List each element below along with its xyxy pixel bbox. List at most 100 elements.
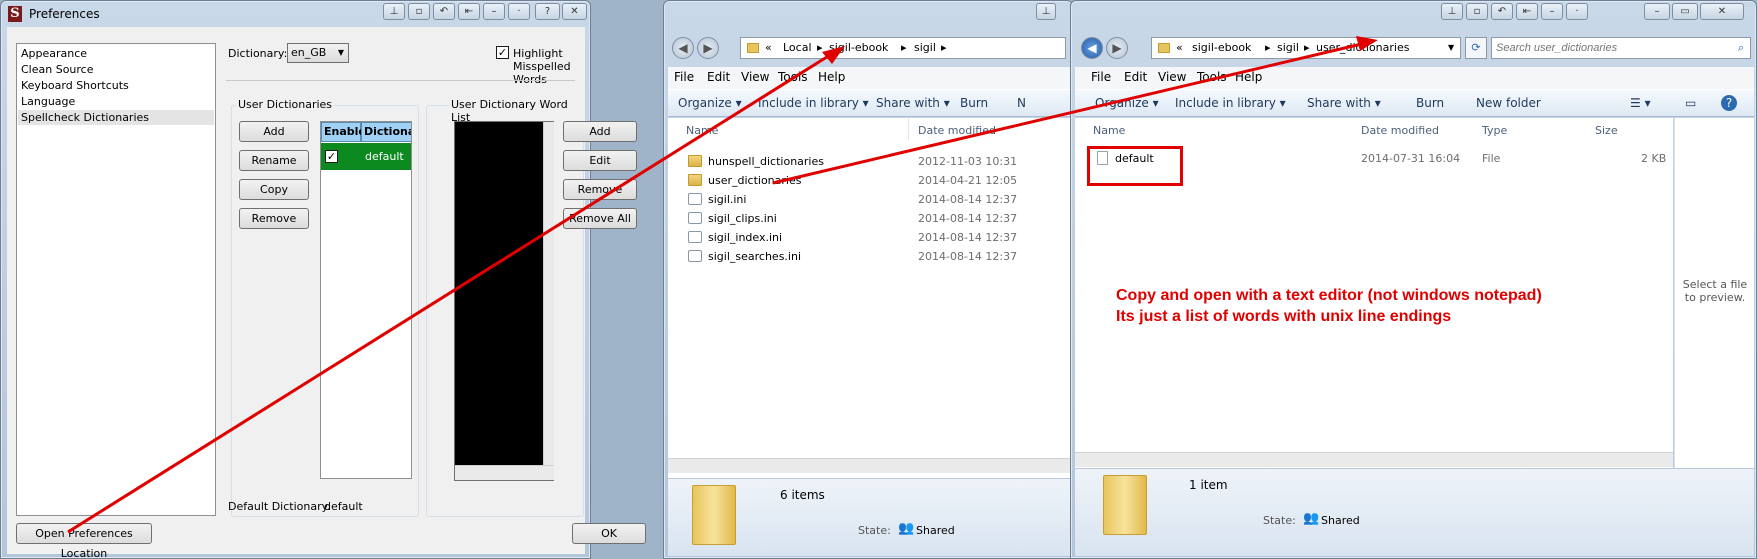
undo-icon[interactable]: ↶ bbox=[433, 3, 455, 20]
column-name[interactable]: Name bbox=[1093, 124, 1125, 137]
back-icon[interactable]: ◀ bbox=[1081, 37, 1103, 59]
chevron-down-icon[interactable]: ▼ bbox=[1448, 38, 1454, 58]
address-bar[interactable]: « sigil-ebook ▸ sigil ▸ user_dictionarie… bbox=[1151, 37, 1461, 59]
table-header-enable[interactable]: Enable bbox=[321, 122, 366, 142]
menu-view[interactable]: View bbox=[1158, 70, 1186, 84]
close-icon[interactable]: ✕ bbox=[1700, 3, 1744, 20]
preview-pane-icon[interactable]: ▭ bbox=[1685, 96, 1696, 110]
dot-icon[interactable]: · bbox=[508, 3, 530, 20]
remove-all-words-button[interactable]: Remove All bbox=[563, 208, 637, 229]
list-item[interactable]: sigil_index.ini 2014-08-14 12:37 bbox=[668, 228, 1068, 247]
resize-icon[interactable]: ⇤ bbox=[458, 3, 480, 20]
minimize-icon[interactable]: – bbox=[483, 3, 505, 20]
view-options-icon[interactable]: ☰ ▾ bbox=[1630, 96, 1651, 110]
remove-word-button[interactable]: Remove bbox=[563, 179, 637, 200]
word-list[interactable] bbox=[454, 121, 554, 481]
breadcrumb-user-dictionaries[interactable]: user_dictionaries bbox=[1316, 38, 1409, 58]
maximize-icon[interactable]: ▭ bbox=[1672, 3, 1698, 20]
breadcrumb-overflow[interactable]: « bbox=[1176, 38, 1183, 58]
new-folder-button[interactable]: N bbox=[1017, 96, 1026, 110]
add-word-button[interactable]: Add bbox=[563, 121, 637, 142]
resize-icon[interactable]: ⇤ bbox=[1516, 3, 1538, 20]
category-keyboard-shortcuts[interactable]: Keyboard Shortcuts bbox=[21, 79, 129, 92]
open-preferences-location-button[interactable]: Open Preferences Location bbox=[16, 523, 152, 559]
horizontal-scrollbar[interactable] bbox=[455, 465, 554, 480]
share-with-button[interactable]: Share with ▾ bbox=[1307, 96, 1381, 110]
vertical-scrollbar[interactable] bbox=[543, 122, 554, 465]
close-button[interactable]: ✕ bbox=[562, 3, 587, 20]
address-bar[interactable]: « Local ▸ sigil-ebook ▸ sigil ▸ bbox=[740, 37, 1066, 59]
restore-small-icon[interactable]: ▫ bbox=[408, 3, 430, 20]
list-item[interactable]: sigil_clips.ini 2014-08-14 12:37 bbox=[668, 209, 1068, 228]
minimize-small-icon[interactable]: – bbox=[1541, 3, 1563, 20]
highlight-checkbox[interactable]: ✓ bbox=[496, 46, 509, 59]
menu-help[interactable]: Help bbox=[818, 70, 845, 84]
column-date-modified[interactable]: Date modified bbox=[918, 124, 996, 137]
horizontal-scrollbar[interactable] bbox=[668, 458, 1070, 473]
pin-icon[interactable]: ⊥ bbox=[383, 3, 405, 20]
undo-icon[interactable]: ↶ bbox=[1491, 3, 1513, 20]
breadcrumb-sigil[interactable]: sigil bbox=[1277, 38, 1299, 58]
edit-word-button[interactable]: Edit bbox=[563, 150, 637, 171]
dictionary-select[interactable]: en_GB ▼ bbox=[287, 43, 349, 63]
column-type[interactable]: Type bbox=[1482, 124, 1507, 137]
category-clean-source[interactable]: Clean Source bbox=[21, 63, 94, 76]
dictionary-table[interactable]: Enable Dictionary ✓ default bbox=[320, 121, 412, 479]
menu-view[interactable]: View bbox=[741, 70, 769, 84]
pin-icon[interactable]: ⊥ bbox=[1441, 3, 1463, 20]
refresh-icon[interactable]: ⟳ bbox=[1465, 37, 1487, 59]
burn-button[interactable]: Burn bbox=[960, 96, 988, 110]
list-item[interactable]: user_dictionaries 2014-04-21 12:05 bbox=[668, 171, 1068, 190]
include-in-library-button[interactable]: Include in library ▾ bbox=[758, 96, 869, 110]
search-input[interactable] bbox=[1496, 40, 1721, 56]
menu-file[interactable]: File bbox=[1091, 70, 1111, 84]
list-item[interactable]: sigil_searches.ini 2014-08-14 12:37 bbox=[668, 247, 1068, 266]
list-item[interactable]: hunspell_dictionaries 2012-11-03 10:31 bbox=[668, 152, 1068, 171]
table-row[interactable]: ✓ default bbox=[321, 143, 411, 170]
organize-button[interactable]: Organize ▾ bbox=[678, 96, 742, 110]
file-list[interactable]: Name Date modified hunspell_dictionaries… bbox=[668, 118, 1070, 478]
breadcrumb-sigil-ebook[interactable]: sigil-ebook bbox=[1192, 38, 1251, 58]
menu-help[interactable]: Help bbox=[1235, 70, 1262, 84]
preferences-titlebar[interactable]: S Preferences ⊥ ▫ ↶ ⇤ – · ? bbox=[1, 1, 590, 27]
column-size[interactable]: Size bbox=[1595, 124, 1618, 137]
share-with-button[interactable]: Share with ▾ bbox=[876, 96, 950, 110]
search-box[interactable]: ⌕ bbox=[1491, 37, 1751, 59]
category-appearance[interactable]: Appearance bbox=[21, 47, 87, 60]
category-spellcheck-dictionaries[interactable]: Spellcheck Dictionaries bbox=[18, 110, 214, 125]
menu-edit[interactable]: Edit bbox=[707, 70, 730, 84]
help-caption-button[interactable]: ? bbox=[535, 3, 560, 20]
menu-edit[interactable]: Edit bbox=[1124, 70, 1147, 84]
minimize-icon[interactable]: – bbox=[1644, 3, 1670, 20]
menu-tools[interactable]: Tools bbox=[1197, 70, 1227, 84]
enable-checkbox[interactable]: ✓ bbox=[325, 150, 338, 163]
include-in-library-button[interactable]: Include in library ▾ bbox=[1175, 96, 1286, 110]
search-icon[interactable]: ⌕ bbox=[1738, 38, 1744, 58]
help-icon[interactable]: ? bbox=[1721, 95, 1737, 111]
dot-icon[interactable]: · bbox=[1566, 3, 1588, 20]
restore-small-icon[interactable]: ▫ bbox=[1466, 3, 1488, 20]
forward-icon[interactable]: ▶ bbox=[697, 37, 719, 59]
category-language[interactable]: Language bbox=[21, 95, 75, 108]
list-item[interactable]: sigil.ini 2014-08-14 12:37 bbox=[668, 190, 1068, 209]
copy-dictionary-button[interactable]: Copy bbox=[239, 179, 309, 200]
new-folder-button[interactable]: New folder bbox=[1476, 96, 1541, 110]
burn-button[interactable]: Burn bbox=[1416, 96, 1444, 110]
pin-icon[interactable]: ⊥ bbox=[1036, 3, 1056, 20]
back-icon[interactable]: ◀ bbox=[672, 37, 694, 59]
column-name[interactable]: Name bbox=[686, 124, 718, 137]
column-date-modified[interactable]: Date modified bbox=[1361, 124, 1439, 137]
organize-button[interactable]: Organize ▾ bbox=[1095, 96, 1159, 110]
table-header-dictionary[interactable]: Dictionary bbox=[361, 122, 411, 142]
breadcrumb-local[interactable]: Local bbox=[783, 38, 812, 58]
breadcrumb-overflow[interactable]: « bbox=[765, 38, 772, 58]
breadcrumb-sigil-ebook[interactable]: sigil-ebook bbox=[829, 38, 888, 58]
ok-button[interactable]: OK bbox=[572, 523, 646, 544]
menu-tools[interactable]: Tools bbox=[778, 70, 808, 84]
forward-icon[interactable]: ▶ bbox=[1106, 37, 1128, 59]
menu-file[interactable]: File bbox=[674, 70, 694, 84]
rename-dictionary-button[interactable]: Rename bbox=[239, 150, 309, 171]
horizontal-scrollbar[interactable] bbox=[1075, 452, 1673, 467]
category-list[interactable]: Appearance Clean Source Keyboard Shortcu… bbox=[16, 43, 216, 516]
add-dictionary-button[interactable]: Add bbox=[239, 121, 309, 142]
